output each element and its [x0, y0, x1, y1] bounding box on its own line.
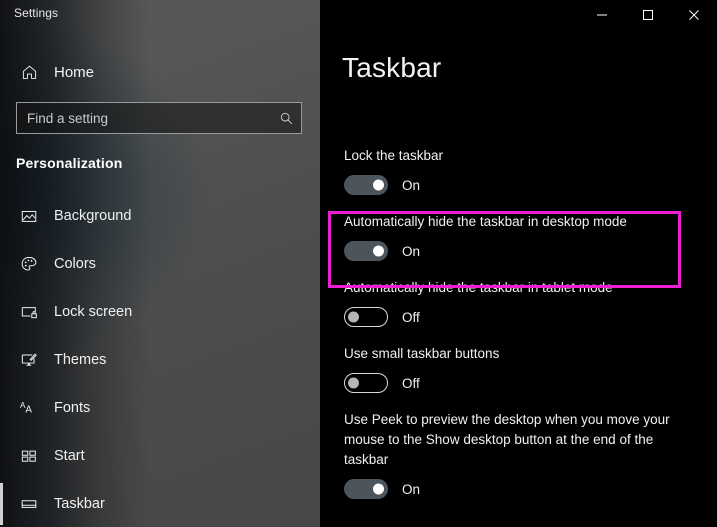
- start-tiles-icon: [12, 447, 46, 465]
- svg-text:A: A: [25, 405, 32, 416]
- main-panel: Taskbar Lock the taskbar On Automaticall…: [320, 0, 717, 527]
- setting-auto-hide-tablet-mode: Automatically hide the taskbar in tablet…: [320, 278, 717, 327]
- sidebar: Settings Home Find a setting Personaliza…: [0, 0, 320, 527]
- taskbar-icon: [12, 495, 46, 513]
- toggle-row: On: [344, 479, 717, 499]
- toggle-row: On: [344, 241, 717, 261]
- toggle-state-label: Off: [402, 309, 420, 325]
- lock-screen-icon: [12, 303, 46, 321]
- image-icon: [12, 207, 46, 225]
- toggle-auto-hide-tablet-mode[interactable]: [344, 307, 388, 327]
- sidebar-item-start[interactable]: Start: [0, 432, 320, 480]
- selection-accent: [0, 483, 3, 525]
- toggle-auto-hide-desktop-mode[interactable]: [344, 241, 388, 261]
- toggle-state-label: On: [402, 481, 421, 497]
- sidebar-item-fonts-label: Fonts: [54, 400, 91, 416]
- sidebar-section-header: Personalization: [16, 155, 123, 171]
- sidebar-item-taskbar[interactable]: Taskbar: [0, 480, 320, 527]
- sidebar-item-start-label: Start: [54, 448, 85, 464]
- setting-lock-the-taskbar: Lock the taskbar On: [320, 146, 717, 195]
- palette-icon: [12, 255, 46, 273]
- selection-accent: [0, 291, 3, 333]
- home-icon: [12, 64, 46, 81]
- selection-accent: [0, 195, 3, 237]
- toggle-lock-the-taskbar[interactable]: [344, 175, 388, 195]
- title-bar: [320, 0, 717, 32]
- fonts-aa-icon: A A: [12, 399, 46, 417]
- setting-use-small-taskbar-buttons: Use small taskbar buttons Off: [320, 344, 717, 393]
- toggle-use-peek[interactable]: [344, 479, 388, 499]
- selection-accent: [0, 387, 3, 429]
- sidebar-item-taskbar-label: Taskbar: [54, 496, 105, 512]
- search-input[interactable]: Find a setting: [16, 102, 302, 134]
- sidebar-item-themes-label: Themes: [54, 352, 107, 368]
- sidebar-item-lock-screen-label: Lock screen: [54, 304, 133, 320]
- setting-label: Automatically hide the taskbar in tablet…: [344, 280, 613, 295]
- setting-auto-hide-desktop-mode: Automatically hide the taskbar in deskto…: [320, 212, 717, 261]
- setting-label: Use Peek to preview the desktop when you…: [344, 412, 670, 467]
- toggle-knob: [373, 483, 384, 495]
- setting-label: Use small taskbar buttons: [344, 346, 500, 361]
- sidebar-item-background-label: Background: [54, 208, 132, 224]
- sidebar-item-home-label: Home: [54, 63, 95, 81]
- settings-window: Settings Home Find a setting Personaliza…: [0, 0, 717, 527]
- setting-label: Lock the taskbar: [344, 148, 444, 163]
- toggle-row: Off: [344, 307, 717, 327]
- page-title: Taskbar: [342, 52, 442, 83]
- sidebar-item-colors[interactable]: Colors: [0, 240, 320, 288]
- toggle-knob: [373, 245, 384, 257]
- search-icon[interactable]: [271, 111, 301, 126]
- toggle-state-label: Off: [402, 375, 420, 391]
- selection-accent: [0, 435, 3, 477]
- toggle-knob: [348, 311, 359, 323]
- sidebar-nav-list: Background Colors Lock screen Themes A A…: [0, 192, 320, 527]
- minimize-button[interactable]: [579, 0, 625, 30]
- themes-brush-icon: [12, 351, 46, 369]
- selection-accent: [0, 243, 3, 285]
- toggle-row: On: [344, 175, 717, 195]
- maximize-button[interactable]: [625, 0, 671, 30]
- sidebar-item-background[interactable]: Background: [0, 192, 320, 240]
- sidebar-item-colors-label: Colors: [54, 256, 96, 272]
- sidebar-item-fonts[interactable]: A A Fonts: [0, 384, 320, 432]
- sidebar-item-themes[interactable]: Themes: [0, 336, 320, 384]
- toggle-use-small-taskbar-buttons[interactable]: [344, 373, 388, 393]
- sidebar-item-home[interactable]: Home: [0, 55, 320, 89]
- setting-label: Automatically hide the taskbar in deskto…: [344, 214, 627, 229]
- toggle-knob: [348, 377, 359, 389]
- toggle-state-label: On: [402, 243, 421, 259]
- close-button[interactable]: [671, 0, 717, 30]
- settings-list: Lock the taskbar On Automatically hide t…: [320, 146, 717, 516]
- app-title: Settings: [14, 6, 59, 20]
- toggle-state-label: On: [402, 177, 421, 193]
- toggle-knob: [373, 179, 384, 191]
- selection-accent: [0, 339, 3, 381]
- search-placeholder: Find a setting: [27, 110, 109, 126]
- sidebar-item-lock-screen[interactable]: Lock screen: [0, 288, 320, 336]
- setting-use-peek: Use Peek to preview the desktop when you…: [320, 410, 717, 499]
- toggle-row: Off: [344, 373, 717, 393]
